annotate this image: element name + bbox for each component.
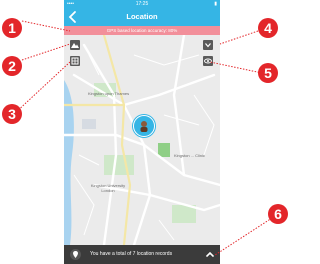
battery-icon: ▮ (214, 1, 217, 7)
status-bar: •••• 17:25 ▮ (64, 0, 220, 8)
callout-3: 3 (2, 104, 22, 124)
callout-2: 2 (2, 56, 22, 76)
location-records-icon (70, 249, 81, 260)
user-avatar-icon (140, 121, 148, 132)
eye-button[interactable] (203, 56, 213, 66)
nav-bar: Location (64, 8, 220, 26)
callout-5: 5 (258, 63, 278, 83)
expand-button[interactable] (204, 248, 216, 261)
map-label-kingston: Kingston upon Thames (88, 91, 130, 96)
dropdown-button[interactable] (203, 40, 213, 50)
map-view[interactable]: Kingston upon Thames Kingston University… (64, 35, 220, 245)
location-records-button[interactable] (69, 248, 82, 261)
phone-screen: •••• 17:25 ▮ Location GPS based location… (64, 0, 220, 264)
user-location-pin[interactable] (133, 115, 155, 137)
callout-4: 4 (258, 18, 278, 38)
location-records-text: You have a total of 7 location records (90, 251, 173, 257)
map-label-university: Kingston University London (90, 183, 126, 193)
map-type-icon (71, 43, 79, 48)
map-type-button[interactable] (70, 40, 80, 50)
satellite-view-icon (71, 57, 79, 65)
eye-icon (204, 58, 212, 64)
chevron-up-icon (206, 251, 214, 257)
satellite-view-button[interactable] (70, 56, 80, 66)
map-label-right: Kingston ... Clinic (174, 153, 205, 158)
map-canvas (64, 35, 220, 245)
status-time: 17:25 (135, 1, 149, 7)
callout-6: 6 (268, 204, 288, 224)
bottom-bar: You have a total of 7 location records (64, 245, 220, 264)
gps-accuracy-banner: GPS based location accuracy: 80% (64, 26, 220, 35)
callout-1: 1 (2, 18, 22, 38)
dropdown-icon (205, 43, 211, 48)
page-title: Location (126, 12, 158, 21)
